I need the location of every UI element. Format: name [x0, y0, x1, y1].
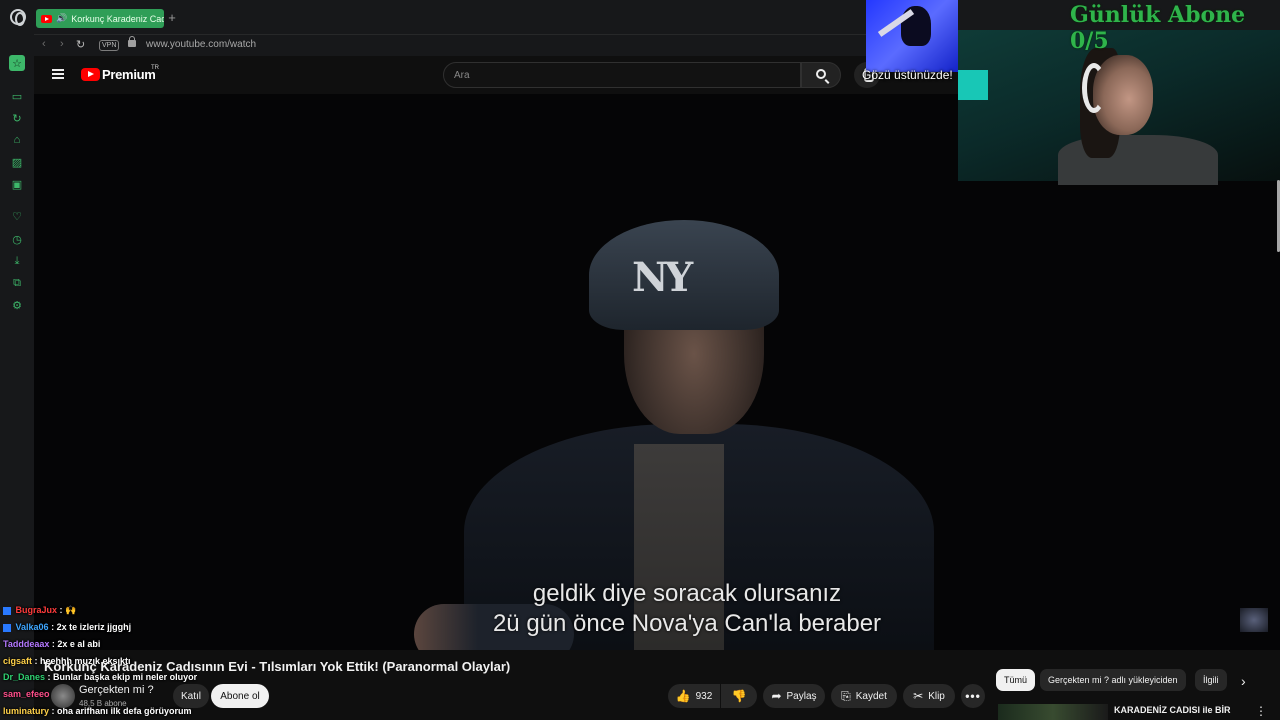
- subtitle-line-2: 2ü gün önce Nova'ya Can'la beraber: [492, 610, 882, 637]
- tab-title: Korkunç Karadeniz Cadısının Evi - Tılsım…: [71, 13, 164, 24]
- history-icon[interactable]: ◷: [9, 231, 25, 247]
- youtube-header: Premium TR Ara: [34, 56, 934, 94]
- join-label: Katıl: [180, 690, 201, 702]
- youtube-favicon-icon: [41, 14, 52, 23]
- save-button[interactable]: ⎘ Kaydet: [831, 684, 897, 708]
- chip-from-uploader[interactable]: Gerçekten mi ? adlı yükleyiciden: [1040, 669, 1186, 691]
- channel-name[interactable]: Gerçekten mi ?: [79, 684, 154, 696]
- small-camera-overlay: [866, 0, 958, 72]
- search-button[interactable]: [801, 62, 841, 88]
- like-button[interactable]: 👍 932: [668, 684, 720, 708]
- thumbs-up-icon: 👍: [675, 689, 691, 703]
- chat-badge-icon: [3, 606, 11, 615]
- subscribe-label: Abone ol: [220, 690, 260, 702]
- recommendation-title[interactable]: KARADENİZ CADISI ile BİR: [1114, 705, 1231, 715]
- bookmark-icon: ⎘: [841, 688, 851, 703]
- vpn-badge[interactable]: VPN: [99, 40, 120, 51]
- chat-message: Tadddeaax : 2x e al abi: [3, 639, 101, 649]
- cap-logo: NY: [632, 254, 693, 301]
- forward-icon[interactable]: ›: [60, 38, 64, 50]
- like-count: 932: [695, 690, 713, 702]
- scissors-icon: ✂: [913, 689, 924, 703]
- chat-badge-icon: [3, 623, 11, 632]
- chip-related[interactable]: İlgili: [1195, 669, 1227, 691]
- address-bar: ‹ › ↻ VPN www.youtube.com/watch: [34, 34, 934, 56]
- new-tab-button[interactable]: +: [166, 10, 178, 26]
- lock-icon[interactable]: [128, 36, 136, 47]
- reload-icon[interactable]: ↻: [76, 38, 85, 51]
- active-tab[interactable]: 🔊 Korkunç Karadeniz Cadısının Evi - Tıls…: [36, 9, 164, 28]
- join-button[interactable]: Katıl: [173, 684, 209, 708]
- settings-icon[interactable]: ⚙: [9, 297, 25, 313]
- more-horizontal-icon: •••: [965, 689, 981, 703]
- share-button[interactable]: ➦ Paylaş: [763, 684, 825, 708]
- channel-avatar[interactable]: [51, 684, 75, 708]
- premium-label[interactable]: Premium: [102, 67, 156, 82]
- thumbs-down-icon: 👎: [731, 689, 747, 703]
- region-code: TR: [151, 65, 159, 71]
- gamepad-icon[interactable]: ▭: [9, 88, 25, 104]
- chip-all[interactable]: Tümü: [996, 669, 1036, 691]
- chat-message: sam_efeeo: [3, 689, 50, 699]
- extensions-icon[interactable]: ⧉: [9, 275, 25, 291]
- store-icon[interactable]: ⌂: [9, 132, 25, 148]
- small-camera-caption: Gözü üstünüzde!: [862, 68, 953, 82]
- youtube-logo-icon[interactable]: [81, 68, 100, 81]
- refresh-icon[interactable]: ↻: [9, 110, 25, 126]
- subscriber-count: 48,5 B abone: [79, 699, 127, 708]
- more-vertical-icon[interactable]: ⋮: [1255, 704, 1267, 718]
- video-thumbnail[interactable]: [1240, 608, 1268, 632]
- back-icon[interactable]: ‹: [42, 38, 46, 50]
- more-actions-button[interactable]: •••: [961, 684, 985, 708]
- heart-icon[interactable]: ♡: [9, 208, 25, 224]
- dislike-button[interactable]: 👎: [721, 684, 757, 708]
- chevron-right-icon[interactable]: ›: [1241, 673, 1246, 689]
- save-label: Kaydet: [855, 690, 887, 702]
- share-label: Paylaş: [786, 690, 817, 702]
- chat-message: BugraJux : 🙌: [3, 602, 76, 619]
- download-icon[interactable]: ⤓: [9, 253, 25, 269]
- subtitle-line-1: geldik diye soracak olursanız: [532, 580, 842, 607]
- subscribe-button[interactable]: Abone ol: [211, 684, 269, 708]
- teal-light: [958, 70, 988, 100]
- chat-message: Valka06 : 2x te izleriz jjgghj: [3, 619, 131, 636]
- subscriber-goal: Günlük Abone 0/5: [1070, 2, 1246, 54]
- clip-label: Klip: [928, 690, 945, 702]
- grid-icon[interactable]: ▨: [9, 154, 25, 170]
- menu-icon[interactable]: [52, 69, 64, 79]
- clip-button[interactable]: ✂ Klip: [903, 684, 955, 708]
- opera-logo-icon[interactable]: [10, 9, 26, 26]
- messenger-icon[interactable]: ▣: [9, 176, 25, 192]
- video-title: Korkunç Karadeniz Cadısının Evi - Tılsım…: [44, 659, 511, 674]
- url-field[interactable]: www.youtube.com/watch: [146, 39, 256, 50]
- speaker-icon[interactable]: 🔊: [56, 13, 67, 24]
- recommendation-thumbnail[interactable]: [998, 704, 1108, 720]
- search-input[interactable]: Ara: [443, 62, 801, 88]
- star-icon[interactable]: ☆: [9, 55, 25, 71]
- headphones-icon: [1082, 63, 1106, 113]
- search-icon: [816, 69, 826, 79]
- share-icon: ➦: [771, 689, 782, 703]
